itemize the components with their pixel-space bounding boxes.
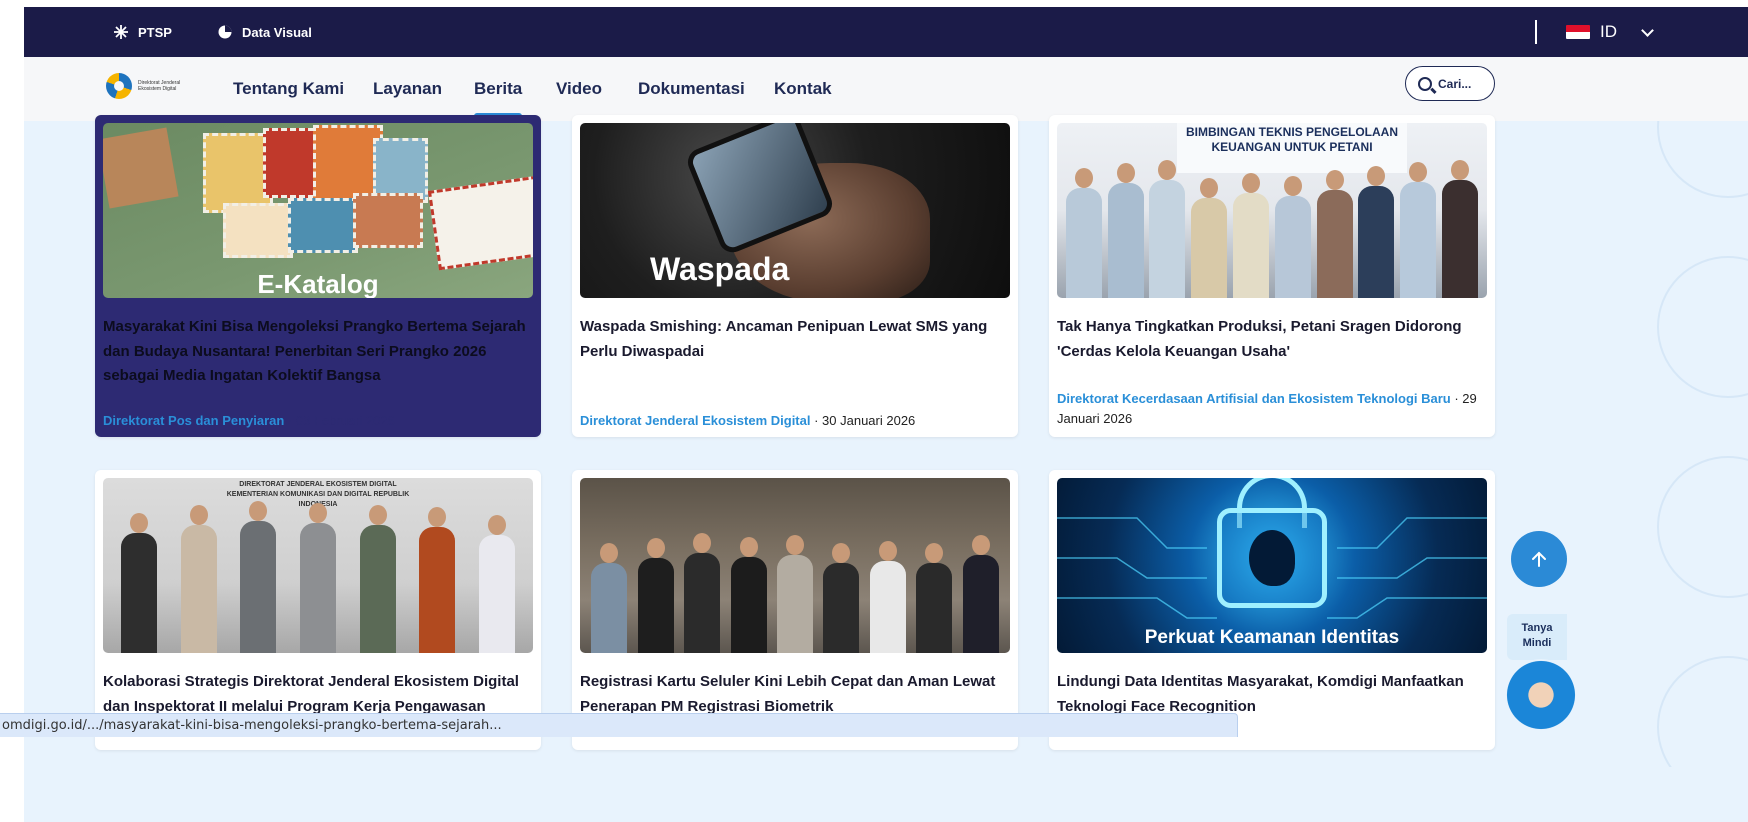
logo-text: Direktorat Jenderal Ekosistem Digital xyxy=(138,80,181,92)
data-visual-label: Data Visual xyxy=(242,24,312,40)
nav-kontak[interactable]: Kontak xyxy=(774,57,832,121)
news-title[interactable]: Registrasi Kartu Seluler Kini Lebih Cepa… xyxy=(580,670,1005,719)
chat-assistant-avatar[interactable] xyxy=(1506,659,1576,739)
background-pattern xyxy=(1657,67,1748,767)
news-meta: Direktorat Kecerdasaan Artifisial dan Ek… xyxy=(1057,391,1477,426)
nav-video[interactable]: Video xyxy=(556,57,602,121)
news-title[interactable]: Waspada Smishing: Ancaman Penipuan Lewat… xyxy=(580,315,1005,364)
news-title[interactable]: Tak Hanya Tingkatkan Produksi, Petani Sr… xyxy=(1057,315,1482,364)
news-source[interactable]: Direktorat Kecerdasaan Artifisial dan Ek… xyxy=(1057,391,1451,406)
arrow-up-icon xyxy=(1532,551,1546,567)
news-date: 03 Februari 2026 xyxy=(295,413,395,428)
ptsp-link[interactable]: PTSP xyxy=(114,7,172,57)
page: PTSP Data Visual ID Direktorat Jenderal … xyxy=(24,7,1748,822)
scroll-to-top-button[interactable] xyxy=(1511,531,1567,587)
chat-label-line2: Mindi xyxy=(1522,637,1552,649)
news-image-keamanan: Perkuat Keamanan Identitas xyxy=(1057,478,1487,653)
indonesia-flag-icon xyxy=(1566,25,1590,39)
news-card-smishing[interactable]: Waspada Waspada Smishing: Ancaman Penipu… xyxy=(572,115,1018,437)
chat-label-line1: Tanya xyxy=(1521,622,1553,634)
news-image-caption: Waspada xyxy=(650,251,790,287)
news-title[interactable]: Lindungi Data Identitas Masyarakat, Komd… xyxy=(1057,670,1482,719)
news-card-face-recognition[interactable]: Perkuat Keamanan Identitas Lindungi Data… xyxy=(1049,470,1495,750)
news-meta: Direktorat Jenderal Ekosistem Digital · … xyxy=(580,413,916,428)
chevron-down-icon xyxy=(1641,23,1654,37)
nav-layanan[interactable]: Layanan xyxy=(373,57,442,121)
news-image-caption: Perkuat Keamanan Identitas xyxy=(1144,627,1400,648)
news-title[interactable]: Masyarakat Kini Bisa Mengoleksi Prangko … xyxy=(103,315,528,389)
nav-tentang-kami[interactable]: Tentang Kami xyxy=(233,57,344,121)
language-selector[interactable]: ID xyxy=(1566,7,1654,57)
news-image-kolaborasi: DIREKTORAT JENDERAL EKOSISTEM DIGITAL KE… xyxy=(103,478,533,653)
news-title[interactable]: Kolaborasi Strategis Direktorat Jenderal… xyxy=(103,670,528,719)
topbar-divider xyxy=(1535,20,1537,44)
main-navigation: Direktorat Jenderal Ekosistem Digital Te… xyxy=(24,57,1748,121)
ptsp-label: PTSP xyxy=(138,24,172,40)
search-button[interactable]: Cari... xyxy=(1405,66,1495,101)
site-logo[interactable]: Direktorat Jenderal Ekosistem Digital xyxy=(106,73,198,99)
news-source[interactable]: Direktorat Pos dan Penyiaran xyxy=(103,413,284,428)
news-card-prangko[interactable]: E-Katalog Masyarakat Kini Bisa Mengoleks… xyxy=(95,115,541,437)
data-visual-link[interactable]: Data Visual xyxy=(218,7,312,57)
ptsp-icon xyxy=(114,25,128,39)
news-date: 30 Januari 2026 xyxy=(822,413,916,428)
nav-dokumentasi[interactable]: Dokumentasi xyxy=(638,57,745,121)
logo-icon xyxy=(106,73,132,99)
top-bar: PTSP Data Visual ID xyxy=(24,7,1748,57)
news-image-registrasi xyxy=(580,478,1010,653)
news-card-registrasi[interactable]: Registrasi Kartu Seluler Kini Lebih Cepa… xyxy=(572,470,1018,750)
search-icon xyxy=(1418,76,1432,91)
search-placeholder: Cari... xyxy=(1438,76,1472,91)
news-image-smishing: Waspada xyxy=(580,123,1010,298)
browser-status-url: omdigi.go.id/.../masyarakat-kini-bisa-me… xyxy=(0,713,1238,737)
language-label: ID xyxy=(1600,22,1617,41)
chat-assistant-label[interactable]: Tanya Mindi xyxy=(1507,614,1567,660)
news-source[interactable]: Direktorat Jenderal Ekosistem Digital xyxy=(580,413,810,428)
news-image-petani: BIMBINGAN TEKNIS PENGELOLAAN KEUANGAN UN… xyxy=(1057,123,1487,298)
news-card-petani[interactable]: BIMBINGAN TEKNIS PENGELOLAAN KEUANGAN UN… xyxy=(1049,115,1495,437)
nav-berita[interactable]: Berita xyxy=(474,57,523,121)
news-card-kolaborasi[interactable]: DIREKTORAT JENDERAL EKOSISTEM DIGITAL KE… xyxy=(95,470,541,750)
news-image-caption: E-Katalog xyxy=(257,269,379,298)
news-image-prangko: E-Katalog xyxy=(103,123,533,298)
pie-chart-icon xyxy=(218,25,232,39)
news-meta: Direktorat Pos dan Penyiaran · 03 Februa… xyxy=(103,413,395,428)
